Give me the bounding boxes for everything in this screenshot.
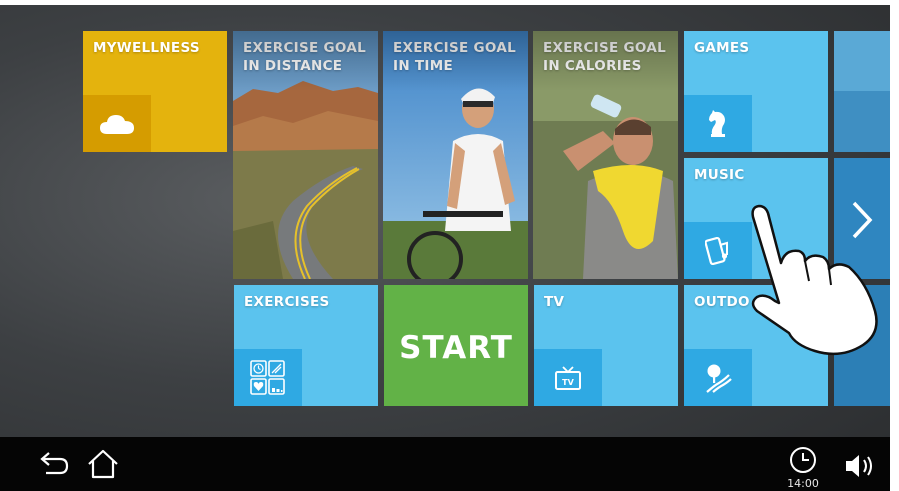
hand-pointer-icon [751,204,878,356]
cyclist-photo [383,31,528,279]
tile-goal-time[interactable]: EXERCISE GOAL IN TIME [383,31,528,279]
man-drinking-water-photo [533,31,678,279]
clock-time: 14:00 [787,477,819,490]
home-icon[interactable] [86,449,120,479]
exercise-grid-icon [250,359,285,395]
start-label: START [399,330,513,366]
tile-music-icon-box [684,222,752,279]
tile-goal-time-title: EXERCISE GOAL IN TIME [393,40,516,74]
tile-tv-title: TV [544,294,565,310]
tile-exercises-icon-box [234,349,302,406]
tile-goal-calories-title: EXERCISE GOAL IN CALORIES [543,40,666,74]
tile-mywellness-title: MYWELLNESS [93,40,200,56]
tile-goal-distance[interactable]: EXERCISE GOAL IN DISTANCE [233,31,378,279]
tile-goal-distance-title: EXERCISE GOAL IN DISTANCE [243,40,366,74]
next-column-tile-top[interactable] [834,31,890,152]
tile-mywellness-icon-box [83,95,151,152]
console-screen: MYWELLNESS EXERCISE GOAL IN DISTANCE EXE… [0,5,890,491]
tile-music-title: MUSIC [694,167,745,183]
tile-tv[interactable]: TV TV [534,285,678,406]
svg-text:TV: TV [562,378,574,387]
cloud-icon [100,114,134,134]
tile-games-title: GAMES [694,40,750,56]
tv-icon: TV [555,365,581,390]
system-bottom-bar: 14:00 [0,437,890,491]
tile-games-icon-box [684,95,752,152]
tile-games[interactable]: GAMES [684,31,828,152]
tile-tv-icon-box: TV [534,349,602,406]
volume-icon[interactable] [844,451,878,481]
phone-music-icon [705,236,728,265]
start-button[interactable]: START [384,285,528,406]
back-arrow-icon[interactable] [36,449,70,479]
tile-mywellness[interactable]: MYWELLNESS [83,31,227,152]
winding-road-photo [233,31,378,279]
tile-outdoor-icon-box [684,349,752,406]
tile-exercises[interactable]: EXERCISES [234,285,378,406]
tile-goal-calories[interactable]: EXERCISE GOAL IN CALORIES [533,31,678,279]
tile-outdoor-title: OUTDO [694,294,750,310]
clock-icon[interactable] [788,445,818,475]
chess-knight-icon [709,109,725,137]
tile-exercises-title: EXERCISES [244,294,330,310]
outdoor-path-icon [706,364,732,393]
